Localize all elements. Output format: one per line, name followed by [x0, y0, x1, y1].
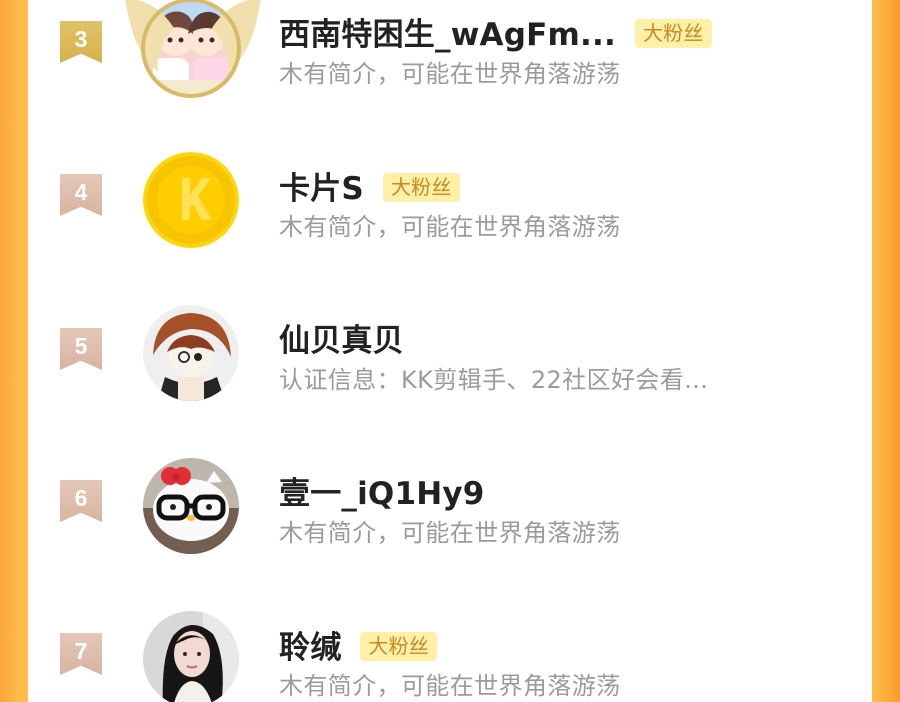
hello-kitty-glasses-avatar-icon [143, 458, 239, 554]
rank-number: 4 [74, 179, 88, 205]
list-item[interactable]: 6 壹一_iQ1Hy9 木有简介，可能在世界角落游荡 [28, 414, 872, 564]
avatar[interactable] [143, 611, 239, 702]
big-fan-badge: 大粉丝 [382, 173, 460, 202]
red-hair-character-avatar-icon [143, 305, 239, 401]
rank-ribbon: 7 [60, 633, 102, 675]
rank-ribbon: 4 [60, 174, 102, 216]
user-name[interactable]: 仙贝真贝 [279, 315, 404, 360]
list-item[interactable]: 5 仙贝真贝 认证信息：KK剪辑手、22社区好会看... [28, 261, 872, 411]
big-fan-badge: 大粉丝 [360, 632, 438, 661]
list-item[interactable]: 7 聆缄 大粉丝 木有简介，可能在世界角落游荡 [28, 567, 872, 702]
user-description: 木有简介，可能在世界角落游荡 [279, 213, 621, 241]
avatar[interactable] [143, 152, 239, 248]
fan-ranking-panel: 3 西南特困生_wAgFm... 大粉丝 木有简介，可能在世界角落游荡 4 卡片… [28, 0, 872, 702]
big-fan-badge: 大粉丝 [634, 19, 712, 48]
user-name-text[interactable]: 西南特困生_wAgFm... [279, 17, 616, 53]
rank-ribbon: 6 [60, 480, 102, 522]
gold-avatar-ring [141, 0, 241, 98]
rank-ribbon: 3 [60, 21, 102, 63]
user-name[interactable]: 卡片S 大粉丝 [279, 163, 460, 208]
rank-number: 6 [74, 485, 88, 511]
rank-number: 5 [74, 333, 88, 359]
photo-girl-avatar-icon [143, 611, 239, 702]
user-description: 木有简介，可能在世界角落游荡 [279, 519, 621, 547]
gold-coin-k-avatar-icon [143, 152, 239, 248]
list-item[interactable]: 4 卡片S 大粉丝 木有简介，可能在世界角落游荡 [28, 108, 872, 258]
avatar[interactable] [143, 458, 239, 554]
user-name[interactable]: 聆缄 大粉丝 [279, 622, 438, 667]
user-name-text[interactable]: 聆缄 [279, 630, 341, 666]
user-name-text[interactable]: 仙贝真贝 [279, 323, 404, 359]
list-item[interactable]: 3 西南特困生_wAgFm... 大粉丝 木有简介，可能在世界角落游荡 [28, 0, 872, 105]
user-description: 木有简介，可能在世界角落游荡 [279, 672, 621, 700]
user-name-text[interactable]: 壹一_iQ1Hy9 [279, 476, 485, 512]
rank-ribbon: 5 [60, 328, 102, 370]
avatar[interactable] [143, 305, 239, 401]
user-name[interactable]: 壹一_iQ1Hy9 [279, 468, 485, 513]
rank-number: 3 [74, 26, 88, 52]
user-name[interactable]: 西南特困生_wAgFm... 大粉丝 [279, 9, 712, 54]
rank-number: 7 [74, 638, 88, 664]
user-name-text[interactable]: 卡片S [279, 171, 364, 207]
user-description: 木有简介，可能在世界角落游荡 [279, 60, 621, 88]
user-description: 认证信息：KK剪辑手、22社区好会看... [279, 366, 709, 394]
